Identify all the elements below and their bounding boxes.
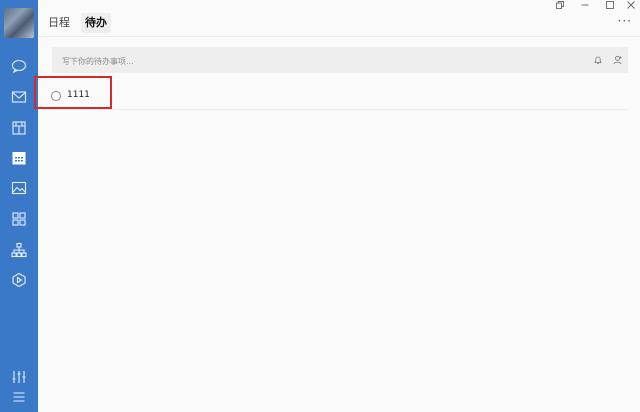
mail-icon[interactable] [11,89,27,105]
image-icon[interactable] [11,180,27,196]
menu-icon[interactable] [11,389,27,405]
hexagon-icon[interactable] [11,272,27,288]
sidebar [0,0,38,412]
sliders-icon[interactable] [11,369,27,385]
todo-input-bar [52,47,628,75]
header-divider [38,36,640,37]
box-icon[interactable] [11,120,27,136]
avatar[interactable] [4,8,34,38]
todo-input[interactable] [60,47,564,75]
todo-item[interactable]: 1111 [42,82,628,110]
more-options-button[interactable]: ··· [618,14,632,28]
assignee-icon[interactable] [613,55,623,65]
apps-grid-icon[interactable] [11,211,27,227]
bell-icon[interactable] [593,55,603,65]
maximize-icon[interactable] [603,0,617,10]
tab-todo[interactable]: 待办 [81,13,111,33]
close-icon[interactable] [624,0,638,10]
calendar-icon[interactable] [11,150,27,166]
highlight-box [34,76,112,109]
restore-window-icon[interactable] [553,0,567,10]
tab-schedule[interactable]: 日程 [44,13,74,33]
chat-bubble-icon[interactable] [11,58,27,74]
org-chart-icon[interactable] [11,242,27,258]
minimize-icon[interactable] [578,0,592,10]
